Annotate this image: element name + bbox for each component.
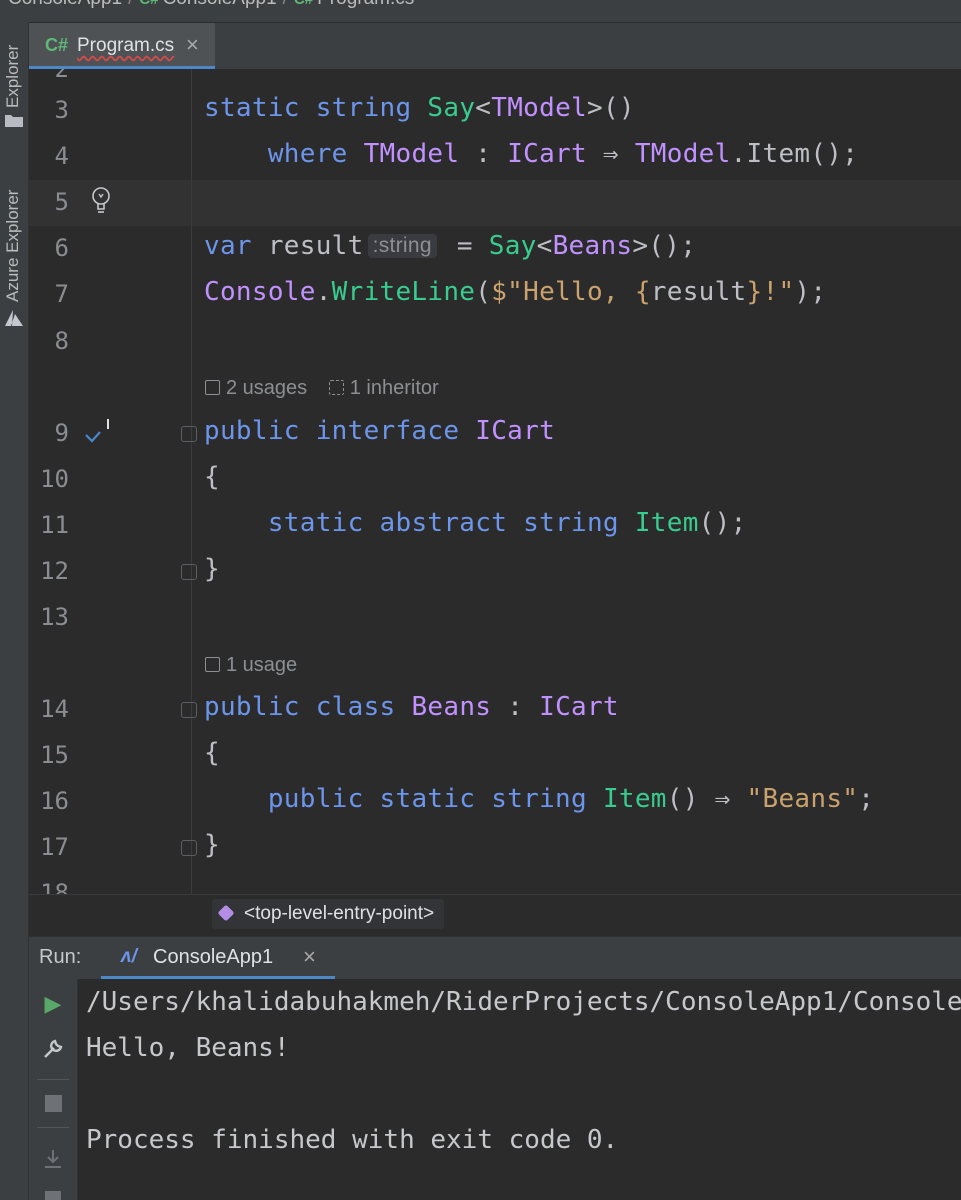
wrench-icon[interactable] — [41, 1037, 65, 1061]
stop-icon[interactable] — [45, 1095, 62, 1112]
rerun-play-icon[interactable]: ▶ — [41, 991, 65, 1016]
code-line-17: } — [204, 830, 220, 860]
inheritor-icon — [328, 380, 344, 395]
usages-link[interactable]: 1 usage — [205, 654, 297, 676]
run-label: Run: — [39, 946, 82, 968]
line-number: 18 — [40, 879, 69, 894]
code-line-6: var result:string = Say<Beans>(); — [204, 231, 697, 261]
type-inlay-hint: :string — [367, 234, 437, 258]
code-line-12: } — [204, 554, 220, 584]
toolbar-divider — [37, 1127, 69, 1128]
cube-icon — [217, 904, 235, 922]
fold-marker[interactable] — [181, 840, 197, 856]
folder-icon — [5, 115, 23, 127]
print-icon[interactable] — [45, 1191, 61, 1200]
line-number: 3 — [54, 96, 69, 124]
toolbar-divider — [37, 1079, 69, 1080]
breadcrumb-solution[interactable]: ConsoleApp1 — [8, 0, 122, 9]
usages-icon — [205, 657, 220, 672]
line-number: 5 — [54, 188, 69, 216]
line-number: 8 — [54, 327, 69, 355]
code-line-3: static string Say<TModel>() — [204, 93, 635, 123]
tab-label: Program.cs — [77, 35, 175, 56]
explorer-tool-tab[interactable]: Explorer — [0, 36, 28, 134]
csharp-file-icon: C# — [45, 35, 69, 55]
code-lens-interface: 2 usages 1 inheritor — [205, 377, 439, 400]
lightbulb-icon[interactable] — [89, 185, 113, 217]
run-toolbar: ▶ — [29, 979, 78, 1200]
breadcrumb-file[interactable]: Program.cs — [317, 0, 414, 9]
inheritor-link[interactable]: 1 inheritor — [328, 377, 439, 399]
implemented-by-icon[interactable] — [83, 417, 115, 451]
close-icon[interactable]: × — [303, 944, 316, 970]
fold-marker[interactable] — [181, 702, 197, 718]
editor-tab-bar: C# Program.cs × — [29, 23, 961, 69]
console-line-command: /Users/khalidabuhakmeh/RiderProjects/Con… — [86, 987, 961, 1017]
line-number: 15 — [40, 741, 69, 769]
code-line-16: public static string Item() ⇒ "Beans"; — [267, 784, 875, 814]
navigation-breadcrumb: ConsoleApp1/C#ConsoleApp1/C#Program.cs — [0, 0, 961, 23]
code-line-15: { — [204, 738, 220, 768]
code-lens-class: 1 usage — [205, 654, 297, 677]
line-number: 10 — [40, 465, 69, 493]
scroll-to-end-icon[interactable] — [41, 1147, 65, 1171]
azure-explorer-tool-tab[interactable]: Azure Explorer — [0, 172, 28, 332]
breadcrumb-entry-point[interactable]: <top-level-entry-point> — [212, 899, 445, 929]
fold-marker[interactable] — [181, 564, 197, 580]
line-number: 6 — [54, 234, 69, 262]
code-line-14: public class Beans : ICart — [204, 692, 619, 722]
run-tab-consoleapp1[interactable]: ʌ/ ConsoleApp1 × — [101, 937, 335, 979]
azure-icon — [5, 310, 23, 326]
run-tool-header: Run: ʌ/ ConsoleApp1 × — [29, 936, 961, 979]
code-line-7: Console.WriteLine($"Hello, {result}!"); — [204, 277, 827, 307]
run-config-icon: ʌ/ — [121, 946, 137, 967]
code-line-10: { — [204, 462, 220, 492]
code-line-9: public interface ICart — [204, 416, 556, 446]
current-line-highlight — [29, 180, 961, 226]
line-number: 14 — [40, 695, 69, 723]
fold-marker[interactable] — [181, 426, 197, 442]
breadcrumb-project[interactable]: ConsoleApp1 — [163, 0, 277, 9]
code-line-4: where TModel : ICart ⇒ TModel.Item(); — [267, 139, 859, 169]
run-tab-label: ConsoleApp1 — [153, 946, 274, 968]
line-number: 13 — [40, 603, 69, 631]
code-line-11: static abstract string Item(); — [267, 508, 747, 538]
usages-icon — [205, 380, 220, 395]
usages-link[interactable]: 2 usages — [205, 377, 307, 399]
line-number: 9 — [54, 419, 69, 447]
csharp-project-icon: C# — [139, 0, 158, 8]
console-line-exit: Process finished with exit code 0. — [86, 1125, 619, 1155]
line-number: 2 — [54, 69, 69, 83]
console-line-output: Hello, Beans! — [86, 1033, 290, 1063]
gutter-separator — [191, 69, 192, 894]
line-number: 7 — [54, 280, 69, 308]
line-number: 17 — [40, 833, 69, 861]
line-number: 12 — [40, 557, 69, 585]
editor-breadcrumb-bar: <top-level-entry-point> — [29, 894, 961, 937]
tab-program-cs[interactable]: C# Program.cs × — [29, 23, 215, 69]
left-tool-strip: Explorer Azure Explorer — [0, 22, 29, 1200]
close-icon[interactable]: × — [186, 32, 199, 58]
line-number: 4 — [54, 142, 69, 170]
code-editor[interactable]: 2 3 4 5 6 7 8 9 10 11 12 13 14 15 16 17 … — [29, 69, 961, 894]
line-number: 11 — [40, 511, 69, 539]
line-number: 16 — [40, 787, 69, 815]
console-output[interactable]: /Users/khalidabuhakmeh/RiderProjects/Con… — [78, 979, 961, 1200]
csharp-file-icon: C# — [294, 0, 313, 8]
